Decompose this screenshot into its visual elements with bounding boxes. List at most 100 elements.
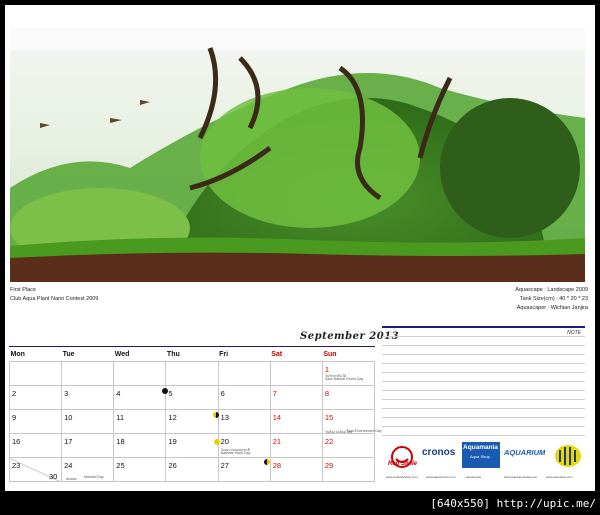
day-cell: 14	[269, 409, 323, 434]
week-row: 23 24 Mahidol Day 25 26 27 28 29	[8, 457, 376, 482]
day-cell: 29	[321, 457, 376, 482]
first-quarter-moon-icon	[212, 412, 219, 418]
holiday-note: Thai Environment Day	[346, 429, 382, 433]
tank-size: Tank Size(cm) : 40 * 20 * 23	[519, 296, 588, 302]
day-cell: 21	[269, 433, 323, 458]
day-number: 19	[168, 437, 177, 446]
header-fri: Fri	[219, 351, 229, 358]
contact-text: www.pettoshop.com	[546, 475, 573, 479]
day-cell: 20 วันเยาวชนแห่งชาติ National Youth Day	[213, 433, 271, 458]
day-cell: 22	[321, 433, 376, 458]
header-tue: Tue	[62, 351, 75, 358]
day-cell	[269, 361, 323, 386]
day-number: 20	[220, 437, 229, 446]
day-number: 21	[272, 437, 282, 446]
day-number: 6	[220, 389, 225, 398]
note-line	[382, 354, 585, 363]
day-number: 12	[168, 413, 177, 422]
day-cell: 28	[263, 457, 323, 482]
caption-right: Aquascape : Landscape 2009 Tank Size(cm)…	[515, 286, 588, 313]
header-mon: Mon	[10, 351, 25, 358]
day-number: 10	[64, 413, 73, 422]
header-thu: Thu	[166, 351, 180, 358]
image-host-tag: [640x550] http://upic.me/	[430, 497, 596, 510]
day-cell: 7	[269, 385, 323, 410]
cronos-logo: cronos	[422, 447, 456, 458]
week-row: 9 10 11 12 13 14 15 วันสิ่งแวดล้อมไทย Th…	[8, 409, 381, 434]
day-cell: 12	[165, 409, 219, 434]
day-number: 13	[220, 413, 229, 422]
day-cell: 16	[8, 433, 63, 458]
notes-label: NOTE	[567, 330, 581, 336]
note-line	[382, 417, 585, 426]
contact-text: www.aquariumtoday.com	[504, 475, 538, 479]
day-cell: 15 วันสิ่งแวดล้อมไทย Thai Environment Da…	[321, 409, 381, 434]
fish-logo	[552, 442, 584, 470]
day-cell: 10	[61, 409, 115, 434]
day-number: 7	[272, 389, 277, 398]
day-cell: 6	[217, 385, 271, 410]
day-number: 4	[116, 389, 121, 398]
day-cell: 11	[113, 409, 167, 434]
day-number: 8	[324, 389, 330, 398]
day-number: 11	[116, 413, 125, 422]
day-number: 16	[12, 437, 21, 446]
day-number: 24	[64, 461, 73, 470]
contact-text: aquamania	[466, 475, 481, 479]
note-line	[382, 363, 585, 372]
day-number: 25	[116, 461, 125, 470]
holiday-note: Save Natural Forest Day	[324, 377, 364, 381]
aquamania-text: Aquamania	[463, 444, 499, 451]
day-cell: 9	[8, 409, 63, 434]
day-number: 29	[324, 461, 334, 470]
sponsor-contacts: www.redsmileshop.com www.aquacronos.com …	[384, 475, 585, 481]
day-cell: 3	[61, 385, 115, 410]
week-row: 16 17 18 19 20 วันเยาวชนแห่งชาติ Nationa…	[8, 433, 376, 458]
notes-header: NOTE	[382, 326, 585, 336]
day-cell	[165, 361, 219, 386]
day-cell	[113, 361, 167, 386]
day-number: 5	[168, 389, 173, 398]
aquascape-photo	[10, 28, 585, 282]
redsmile-logo: Red Smile	[386, 445, 418, 473]
day-cell	[217, 361, 271, 386]
day-number: 3	[64, 389, 69, 398]
award-contest: Club Aqua Plant Nano Contest 2009	[10, 296, 99, 302]
last-quarter-moon-icon	[263, 459, 270, 465]
day-cell: 18	[113, 433, 167, 458]
note-line	[382, 381, 585, 390]
holiday-note: National Youth Day	[220, 451, 251, 455]
day-number: 28	[272, 461, 282, 470]
note-line	[382, 336, 585, 345]
day-number: 18	[116, 437, 125, 446]
day-number: 15	[324, 413, 334, 422]
day-cell: 4	[113, 385, 167, 410]
holiday-note: Mahidol Day	[84, 475, 104, 479]
note-line	[382, 426, 585, 435]
day-number: 14	[272, 413, 282, 422]
day-cell: 5	[162, 385, 219, 410]
aquamania-sub: Aqua Shop	[470, 454, 490, 459]
day-cell: 13	[212, 409, 271, 434]
note-line	[382, 345, 585, 354]
day-cell: 27	[217, 457, 271, 482]
day-number: 2	[12, 389, 17, 398]
award-title: First Place	[10, 287, 36, 293]
day-cell: 8	[321, 385, 376, 410]
day-number: 27	[220, 461, 229, 470]
day-number-30: 30	[49, 472, 58, 481]
aquamania-logo: Aquamania Aqua Shop	[462, 442, 500, 468]
day-number: 26	[168, 461, 177, 470]
full-moon-icon	[213, 439, 220, 445]
aquarium-logo: AQUARIUM	[504, 448, 546, 457]
day-number: 22	[324, 437, 334, 446]
day-cell: 25	[113, 457, 167, 482]
day-cell: 26	[165, 457, 219, 482]
notes-panel: NOTE	[382, 326, 585, 440]
week-row: 2 3 4 5 6 7 8	[8, 385, 376, 410]
contact-text: www.aquacronos.com	[426, 475, 456, 479]
month-grid: Mon Tue Wed Thu Fri Sat Sun 1 วันรักษาต้…	[8, 346, 381, 483]
contact-text: www.redsmileshop.com	[386, 475, 418, 479]
day-cell: 2	[8, 385, 63, 410]
caption-left: First Place Club Aqua Plant Nano Contest…	[10, 286, 98, 304]
